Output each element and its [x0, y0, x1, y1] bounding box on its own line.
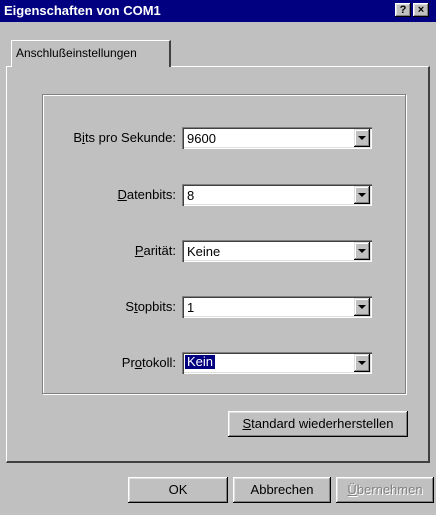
help-button[interactable]: ?	[395, 3, 411, 17]
cancel-button[interactable]: Abbrechen	[233, 477, 331, 503]
ok-button[interactable]: OK	[128, 477, 228, 503]
help-icon: ?	[399, 4, 407, 16]
close-button[interactable]: ×	[413, 3, 429, 17]
ok-label: OK	[168, 482, 188, 497]
tab-panel	[6, 66, 430, 463]
tab-label: Anschlußeinstellungen	[16, 46, 137, 60]
cancel-label: Abbrechen	[250, 482, 314, 497]
title-bar: Eigenschaften von COM1 ? ×	[0, 0, 436, 22]
close-icon: ×	[417, 4, 425, 16]
window-title: Eigenschaften von COM1	[4, 3, 161, 18]
apply-button[interactable]: Übernehmen	[336, 477, 434, 503]
tab-port-settings[interactable]: Anschlußeinstellungen	[11, 40, 171, 67]
